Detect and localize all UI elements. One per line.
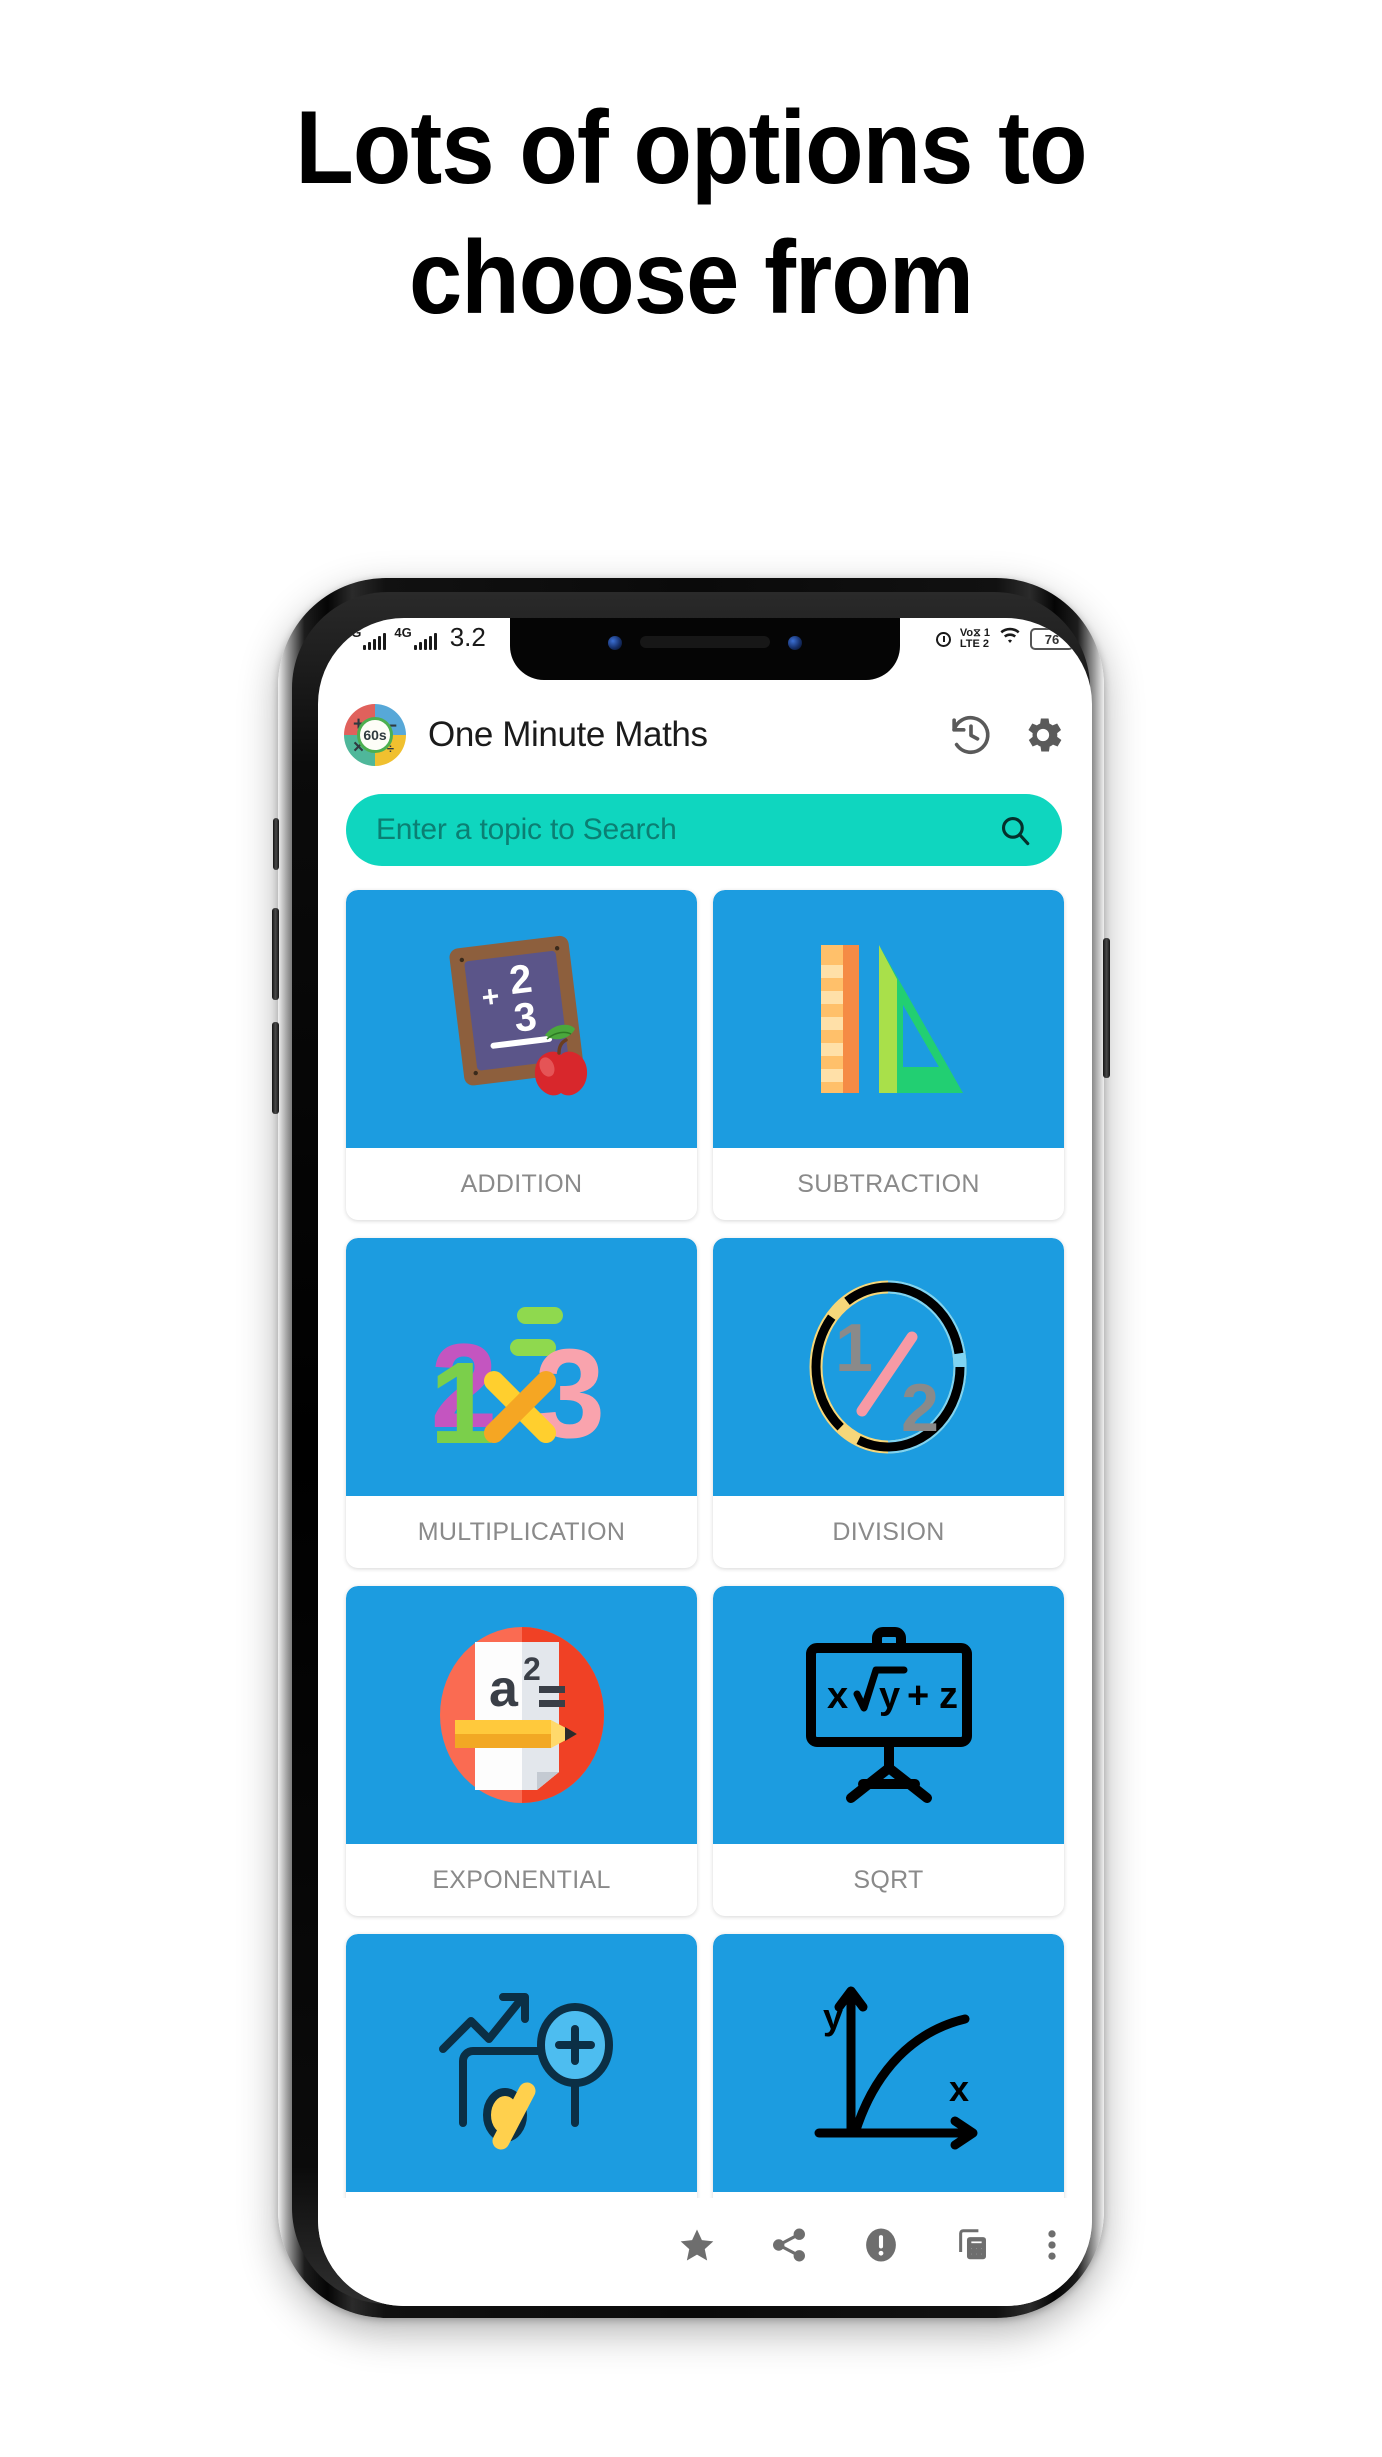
svg-text:y: y [823,1996,843,2037]
status-bar-left: 4G 4G 3.2 [344,624,486,650]
status-bar-time: 3.2 [449,622,486,652]
percent-growth-icon [346,1934,697,2192]
network-type-label-1: 4G [344,625,362,640]
history-icon[interactable] [948,712,994,758]
star-icon[interactable] [678,2226,716,2264]
svg-text:z: z [939,1675,958,1717]
volte-indicator: Vo⧖ 1 LTE 2 [960,628,990,650]
svg-text:1: 1 [835,1310,873,1386]
search-input[interactable]: Enter a topic to Search [376,813,998,847]
battery-indicator: 76 [1030,628,1077,650]
signal-bars-icon-1 [363,632,387,650]
logo-60s-badge: 60s [357,717,393,753]
search-bar[interactable]: Enter a topic to Search [346,794,1062,866]
chalkboard-apple-icon: 2 3 + [346,890,697,1148]
calculator-icon[interactable] [954,2226,992,2264]
signal-bars-icon-2 [413,632,437,650]
face-sensor-icon [788,636,802,650]
half-fraction-circle-icon: 1 2 [713,1238,1064,1496]
topic-tile-addition[interactable]: 2 3 + ADDITION [346,890,697,1220]
topic-label: SQRT [853,1865,924,1894]
svg-text:a: a [489,1660,519,1718]
phone-notch [510,618,900,680]
topic-label: MULTIPLICATION [417,1517,626,1546]
easel-sqrt-icon: x y + z [713,1586,1064,1844]
colorful-numbers-icon: 2 3 1 [346,1238,697,1496]
promo-heading-line-1: Lots of options to [295,90,1087,206]
signal-indicator-sim2: 4G [394,625,437,650]
topic-label: EXPONENTIAL [432,1865,611,1894]
phone-volume-up-button[interactable] [272,908,279,1000]
front-camera-icon [608,636,622,650]
bottom-navigation-bar [318,2198,1092,2306]
gear-icon[interactable] [1020,712,1066,758]
svg-text:2: 2 [901,1370,939,1446]
phone-mute-switch[interactable] [273,818,279,870]
search-icon[interactable] [998,813,1032,847]
wifi-icon [999,626,1021,652]
volte-line-2: LTE 2 [959,638,989,650]
phone-mockup: 4G 4G 3.2 Vo⧖ 1 LTE 2 76 + − × ÷ 60s One… [272,578,1110,2318]
svg-text:x: x [949,2068,969,2109]
promo-heading: Lots of options to choose from [55,96,1326,330]
topic-tile-multiplication[interactable]: 2 3 1 MULTIPLICATION [346,1238,697,1568]
svg-text:1: 1 [429,1338,494,1457]
topic-label: DIVISION [832,1517,945,1546]
topic-label: ADDITION [460,1169,583,1198]
svg-text:y: y [879,1675,900,1717]
network-type-label-2: 4G [394,625,412,640]
phone-screen: 4G 4G 3.2 Vo⧖ 1 LTE 2 76 + − × ÷ 60s One… [318,618,1092,2306]
ruler-triangle-icon [713,890,1064,1148]
promo-heading-line-2: choose from [408,220,974,336]
svg-text:+: + [907,1675,929,1717]
app-title: One Minute Maths [428,715,708,754]
topic-tile-sqrt[interactable]: x y + z SQRT [713,1586,1064,1916]
app-header: + − × ÷ 60s One Minute Maths [318,692,1092,778]
overflow-menu-icon[interactable] [1046,2226,1058,2264]
phone-bezel: 4G 4G 3.2 Vo⧖ 1 LTE 2 76 + − × ÷ 60s One… [292,592,1092,2306]
topic-tile-exponential[interactable]: a 2 EXPONENTIAL [346,1586,697,1916]
app-logo-icon: + − × ÷ 60s [344,704,406,766]
topic-tile-division[interactable]: 1 2 DIVISION [713,1238,1064,1568]
phone-power-button[interactable] [1103,938,1110,1078]
a-squared-pencil-icon: a 2 [346,1586,697,1844]
earpiece-speaker [640,636,770,648]
share-icon[interactable] [770,2226,808,2264]
topic-tile-subtraction[interactable]: SUBTRACTION [713,890,1064,1220]
log-curve-graph-icon: y x [713,1934,1064,2192]
status-bar-right: Vo⧖ 1 LTE 2 76 [935,626,1077,652]
alarm-icon [935,631,951,647]
signal-indicator-sim1: 4G [344,625,387,650]
svg-text:2: 2 [523,1651,541,1687]
topic-grid: 2 3 + ADDITION SUBTRACTION 2 3 1 MULTIPL… [346,890,1064,2264]
info-icon[interactable] [862,2226,900,2264]
topic-label: SUBTRACTION [797,1169,980,1198]
phone-volume-down-button[interactable] [272,1022,279,1114]
svg-text:x: x [827,1675,848,1717]
